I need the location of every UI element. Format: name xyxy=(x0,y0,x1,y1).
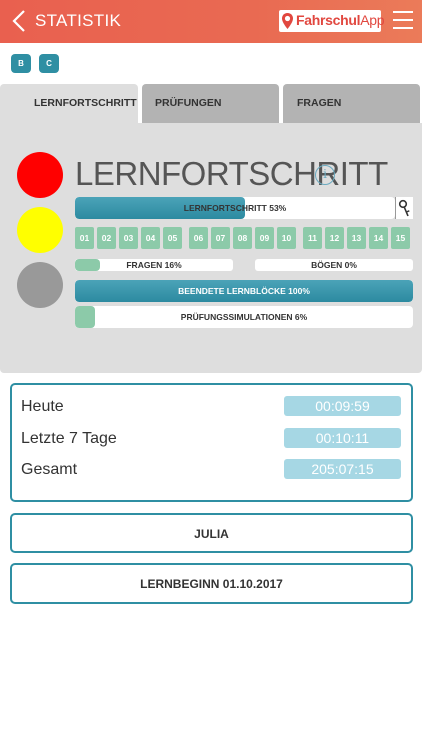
user-name: JULIA xyxy=(194,527,229,541)
fragen-bar: FRAGEN 16% xyxy=(75,259,233,271)
lernblock-06[interactable]: 06 xyxy=(189,227,208,249)
lernfortschritt-bar: LERNFORTSCHRITT 53% xyxy=(75,197,395,219)
tab-fragen[interactable]: FRAGEN xyxy=(283,84,420,123)
lernblock-10[interactable]: 10 xyxy=(277,227,296,249)
lernbeginn-date: LERNBEGINN 01.10.2017 xyxy=(140,577,283,591)
lernblock-01[interactable]: 01 xyxy=(75,227,94,249)
time-label-gesamt: Gesamt xyxy=(21,461,78,478)
lernfortschritt-bar-label: LERNFORTSCHRITT 53% xyxy=(183,203,287,213)
traffic-light-grey xyxy=(17,262,63,308)
lernblock-05[interactable]: 05 xyxy=(163,227,182,249)
lernblock-03[interactable]: 03 xyxy=(119,227,138,249)
time-value-heute: 00:09:59 xyxy=(284,396,401,416)
info-icon[interactable]: i xyxy=(315,165,335,185)
user-name-box[interactable]: JULIA xyxy=(10,513,413,553)
lernblock-15[interactable]: 15 xyxy=(391,227,410,249)
page-title: STATISTIK xyxy=(35,11,122,30)
time-value-7-tage: 00:10:11 xyxy=(284,428,401,448)
lernbloecke-bar-label: BEENDETE LERNBLÖCKE 100% xyxy=(178,286,310,296)
lernblock-08[interactable]: 08 xyxy=(233,227,252,249)
pruefungssimulationen-bar-label: PRÜFUNGSSIMULATIONEN 6% xyxy=(180,312,308,322)
boegen-bar-label: BÖGEN 0% xyxy=(311,260,357,270)
lernblock-07[interactable]: 07 xyxy=(211,227,230,249)
traffic-light-red xyxy=(17,152,63,198)
progress-title: LERNFORTSCHRITT xyxy=(75,155,388,192)
lernblock-14[interactable]: 14 xyxy=(369,227,388,249)
boegen-bar: BÖGEN 0% xyxy=(255,259,413,271)
key-icon xyxy=(398,199,410,217)
time-label-7-tage: Letzte 7 Tage xyxy=(21,430,117,447)
lernblock-09[interactable]: 09 xyxy=(255,227,274,249)
license-badge-c[interactable]: C xyxy=(39,54,59,73)
location-pin-icon xyxy=(282,13,293,29)
license-badge-b[interactable]: B xyxy=(11,54,31,73)
pruefungssimulationen-bar: PRÜFUNGSSIMULATIONEN 6% xyxy=(75,306,413,328)
lernblock-02[interactable]: 02 xyxy=(97,227,116,249)
logo-text-bold: Fahrschul xyxy=(296,12,361,28)
logo-text-light: App xyxy=(360,12,385,28)
back-arrow-icon[interactable] xyxy=(10,9,30,33)
traffic-light-yellow xyxy=(17,207,63,253)
fragen-bar-label: FRAGEN 16% xyxy=(126,260,182,270)
lernblock-12[interactable]: 12 xyxy=(325,227,344,249)
time-label-heute: Heute xyxy=(21,398,64,415)
lernbeginn-box: LERNBEGINN 01.10.2017 xyxy=(10,563,413,604)
hamburger-menu-icon[interactable] xyxy=(393,11,413,31)
lernblock-11[interactable]: 11 xyxy=(303,227,322,249)
key-button[interactable] xyxy=(395,197,413,219)
tab-pruefungen[interactable]: PRÜFUNGEN xyxy=(142,84,279,123)
lernblock-04[interactable]: 04 xyxy=(141,227,160,249)
lernbloecke-bar: BEENDETE LERNBLÖCKE 100% xyxy=(75,280,413,302)
app-header: STATISTIK FahrschulApp xyxy=(0,0,422,43)
fahrschulapp-logo: FahrschulApp xyxy=(279,10,385,32)
tab-lernfortschritt[interactable]: LERNFORTSCHRITT xyxy=(0,84,138,123)
lernblock-13[interactable]: 13 xyxy=(347,227,366,249)
time-value-gesamt: 205:07:15 xyxy=(284,459,401,479)
